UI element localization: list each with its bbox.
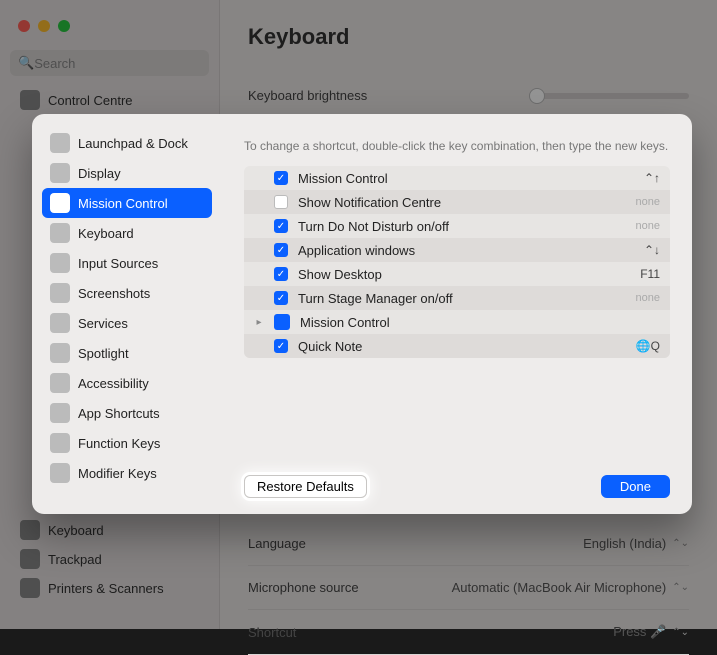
shortcut-key[interactable]: none — [636, 196, 660, 208]
checkbox[interactable] — [274, 195, 288, 209]
category-item[interactable]: Keyboard — [42, 218, 212, 248]
shortcut-key[interactable]: 🌐Q — [636, 339, 660, 353]
shortcut-row[interactable]: ✓ Show Desktop F11 — [244, 262, 670, 286]
shortcut-row[interactable]: Show Notification Centre none — [244, 190, 670, 214]
checkbox[interactable]: ✓ — [274, 291, 288, 305]
checkbox[interactable]: ✓ — [274, 219, 288, 233]
checkbox[interactable]: ✓ — [274, 243, 288, 257]
category-item[interactable]: Accessibility — [42, 368, 212, 398]
category-label: Spotlight — [78, 346, 129, 361]
checkbox[interactable]: ✓ — [274, 171, 288, 185]
category-item[interactable]: Spotlight — [42, 338, 212, 368]
category-icon — [50, 433, 70, 453]
shortcut-label: Mission Control — [300, 315, 650, 330]
disclosure-icon[interactable]: ▸ — [254, 317, 264, 328]
app-icon — [274, 314, 290, 330]
category-icon — [50, 463, 70, 483]
category-label: App Shortcuts — [78, 406, 160, 421]
checkbox[interactable]: ✓ — [274, 339, 288, 353]
checkbox[interactable]: ✓ — [274, 267, 288, 281]
category-label: Keyboard — [78, 226, 134, 241]
category-item[interactable]: Screenshots — [42, 278, 212, 308]
shortcut-key[interactable]: ⌃↓ — [644, 243, 660, 257]
shortcut-label: Mission Control — [298, 171, 634, 186]
category-label: Function Keys — [78, 436, 160, 451]
category-item[interactable]: Input Sources — [42, 248, 212, 278]
category-icon — [50, 403, 70, 423]
category-label: Display — [78, 166, 121, 181]
shortcut-row[interactable]: ✓ Turn Stage Manager on/off none — [244, 286, 670, 310]
shortcut-row[interactable]: ✓ Application windows ⌃↓ — [244, 238, 670, 262]
category-label: Services — [78, 316, 128, 331]
category-icon — [50, 253, 70, 273]
category-icon — [50, 343, 70, 363]
shortcut-panel: To change a shortcut, double-click the k… — [222, 114, 692, 514]
category-icon — [50, 163, 70, 183]
restore-defaults-button[interactable]: Restore Defaults — [244, 475, 367, 498]
shortcut-list: ✓ Mission Control ⌃↑ Show Notification Cent… — [244, 166, 670, 358]
category-item[interactable]: Modifier Keys — [42, 458, 212, 488]
category-icon — [50, 283, 70, 303]
sheet-footer: Restore Defaults Done — [244, 459, 670, 498]
shortcut-key[interactable]: ⌃↑ — [644, 171, 660, 185]
category-item[interactable]: Mission Control — [42, 188, 212, 218]
category-icon — [50, 373, 70, 393]
category-label: Accessibility — [78, 376, 149, 391]
shortcut-key[interactable]: F11 — [640, 267, 660, 281]
done-button[interactable]: Done — [601, 475, 670, 498]
category-label: Screenshots — [78, 286, 150, 301]
shortcut-label: Application windows — [298, 243, 634, 258]
category-label: Input Sources — [78, 256, 158, 271]
shortcut-label: Show Desktop — [298, 267, 630, 282]
keyboard-shortcuts-sheet: Launchpad & Dock Display Mission Control Ke… — [32, 114, 692, 514]
shortcut-row[interactable]: ▸ Mission Control — [244, 310, 670, 334]
category-label: Modifier Keys — [78, 466, 157, 481]
category-icon — [50, 223, 70, 243]
category-label: Launchpad & Dock — [78, 136, 188, 151]
shortcut-label: Show Notification Centre — [298, 195, 626, 210]
shortcut-row[interactable]: ✓ Turn Do Not Disturb on/off none — [244, 214, 670, 238]
shortcut-label: Quick Note — [298, 339, 626, 354]
category-icon — [50, 133, 70, 153]
category-item[interactable]: Function Keys — [42, 428, 212, 458]
category-icon — [50, 313, 70, 333]
category-label: Mission Control — [78, 196, 168, 211]
category-item[interactable]: Display — [42, 158, 212, 188]
shortcut-row[interactable]: ✓ Mission Control ⌃↑ — [244, 166, 670, 190]
hint-text: To change a shortcut, double-click the k… — [244, 138, 670, 154]
category-item[interactable]: Launchpad & Dock — [42, 128, 212, 158]
category-sidebar: Launchpad & Dock Display Mission Control Ke… — [32, 114, 222, 514]
category-item[interactable]: Services — [42, 308, 212, 338]
category-icon — [50, 193, 70, 213]
shortcut-label: Turn Do Not Disturb on/off — [298, 219, 626, 234]
shortcut-row[interactable]: ✓ Quick Note 🌐Q — [244, 334, 670, 358]
shortcut-key[interactable]: none — [636, 220, 660, 232]
shortcut-key[interactable]: none — [636, 292, 660, 304]
category-item[interactable]: App Shortcuts — [42, 398, 212, 428]
shortcut-label: Turn Stage Manager on/off — [298, 291, 626, 306]
